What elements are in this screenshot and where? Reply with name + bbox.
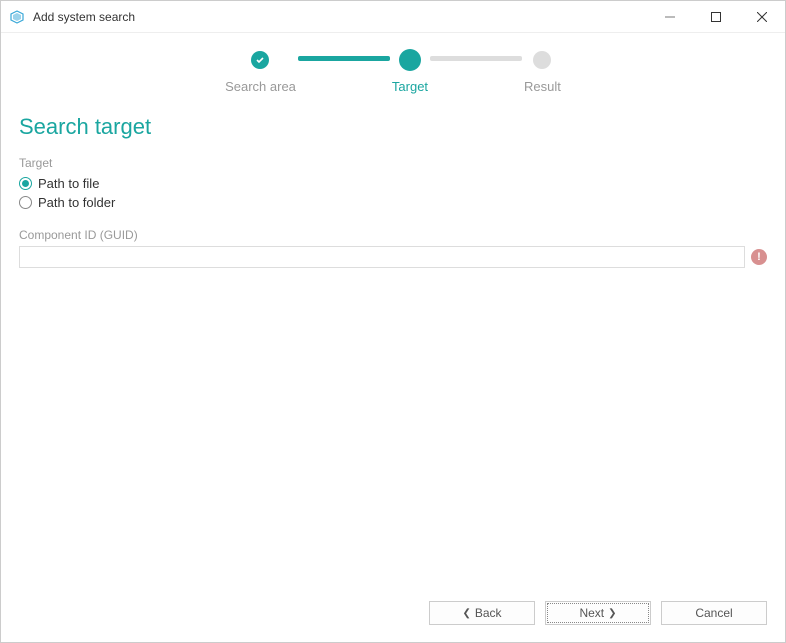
close-button[interactable] [739,1,785,32]
step-future-icon [533,51,551,69]
radio-label: Path to folder [38,195,115,210]
next-button[interactable]: Next ❯ [545,601,651,625]
titlebar: Add system search [1,1,785,33]
window-title: Add system search [33,10,647,24]
step-connector [298,56,390,61]
app-icon [9,9,25,25]
step-connector [430,56,522,61]
wizard-footer: ❮ Back Next ❯ Cancel [1,596,785,642]
radio-input-folder[interactable] [19,196,32,209]
step-label: Result [524,79,561,94]
component-id-label: Component ID (GUID) [19,228,767,242]
component-id-row: ! [19,246,767,268]
chevron-left-icon: ❮ [462,608,470,619]
step-search-area: Search area [225,51,296,94]
minimize-button[interactable] [647,1,693,32]
radio-path-to-file[interactable]: Path to file [19,176,767,191]
radio-label: Path to file [38,176,99,191]
back-button[interactable]: ❮ Back [429,601,535,625]
step-active-icon [399,49,421,71]
content-area: Search area Target Result Search target … [1,33,785,596]
radio-input-file[interactable] [19,177,32,190]
button-label: Next [579,606,604,620]
step-label: Target [392,79,428,94]
cancel-button[interactable]: Cancel [661,601,767,625]
page-title: Search target [19,114,767,140]
maximize-button[interactable] [693,1,739,32]
error-icon: ! [751,249,767,265]
component-id-input[interactable] [19,246,745,268]
window-controls [647,1,785,32]
step-result: Result [524,51,561,94]
step-target: Target [392,51,428,94]
radio-path-to-folder[interactable]: Path to folder [19,195,767,210]
button-label: Cancel [695,606,732,620]
wizard-stepper: Search area Target Result [19,51,767,94]
step-label: Search area [225,79,296,94]
button-label: Back [475,606,502,620]
step-done-icon [251,51,269,69]
chevron-right-icon: ❯ [608,608,616,619]
target-group-label: Target [19,156,767,170]
